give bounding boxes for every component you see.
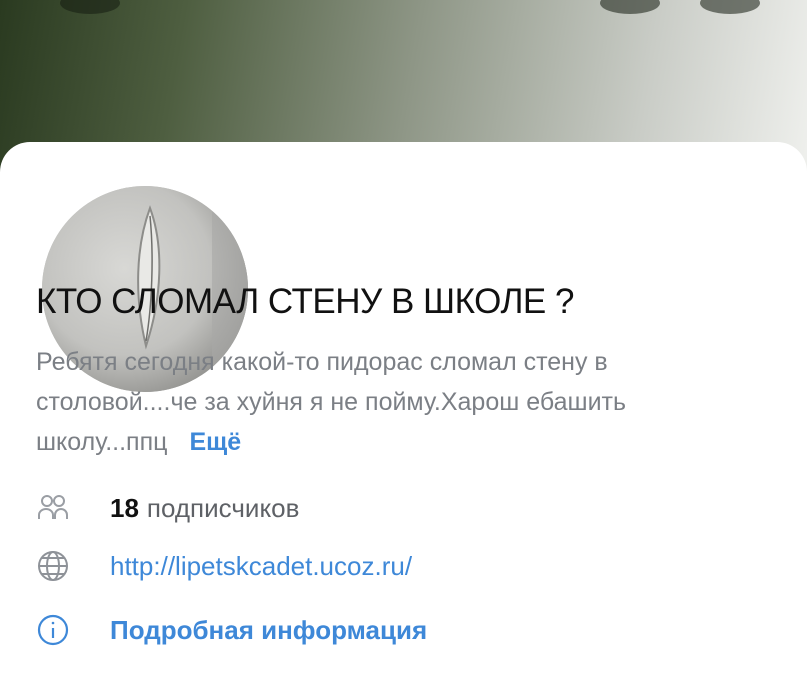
group-title: КТО СЛОМАЛ СТЕНУ В ШКОЛЕ ? <box>36 282 574 321</box>
info-icon <box>36 613 70 647</box>
subscribers-row[interactable]: 18 подписчиков <box>36 490 299 526</box>
cover-shape <box>600 0 660 14</box>
description-text: Ребятя сегодня какой-то пидорас сломал с… <box>36 348 627 456</box>
cover-shape <box>60 0 120 14</box>
globe-icon <box>36 549 70 583</box>
website-link[interactable]: http://lipetskcadet.ucoz.ru/ <box>110 551 412 582</box>
info-link[interactable]: Подробная информация <box>110 615 427 646</box>
info-row[interactable]: Подробная информация <box>36 612 427 648</box>
subscribers-text: 18 подписчиков <box>110 493 299 524</box>
website-row[interactable]: http://lipetskcadet.ucoz.ru/ <box>36 548 412 584</box>
subscribers-count: 18 <box>110 492 139 523</box>
subscribers-label: подписчиков <box>146 492 300 523</box>
more-link[interactable]: Ещё <box>189 428 241 456</box>
people-icon <box>36 491 70 525</box>
group-description: Ребятя сегодня какой-то пидорас сломал с… <box>36 342 766 462</box>
cover-shape <box>700 0 760 14</box>
